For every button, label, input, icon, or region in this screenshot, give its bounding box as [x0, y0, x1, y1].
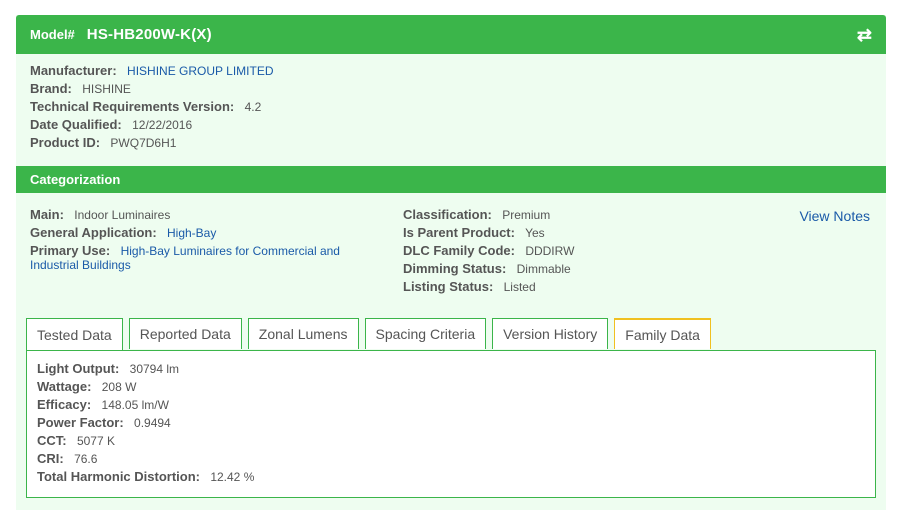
manufacturer-link[interactable]: HISHINE GROUP LIMITED — [127, 64, 273, 78]
listing-row: Listing Status: Listed — [403, 278, 574, 296]
primary-use-label: Primary Use: — [30, 243, 111, 258]
swap-arrows-icon[interactable]: ⇄ — [857, 26, 872, 44]
dlc-family-value: DDDIRW — [525, 244, 575, 258]
dlc-family-label: DLC Family Code: — [403, 243, 515, 258]
tech-req-row: Technical Requirements Version: 4.2 — [30, 98, 872, 116]
light-output-value: 30794 lm — [129, 362, 180, 376]
dimming-row: Dimming Status: Dimmable — [403, 260, 574, 278]
cri-row: CRI: 76.6 — [37, 450, 865, 468]
product-id-label: Product ID: — [30, 135, 101, 150]
general-application-link[interactable]: High-Bay — [167, 226, 216, 240]
model-label: Model# — [30, 27, 75, 42]
classification-value: Premium — [502, 208, 551, 222]
classification-row: Classification: Premium — [403, 206, 574, 224]
listing-value: Listed — [503, 280, 536, 294]
power-factor-value: 0.9494 — [134, 416, 171, 430]
dimming-value: Dimmable — [516, 262, 571, 276]
product-id-value: PWQ7D6H1 — [110, 136, 177, 150]
efficacy-label: Efficacy: — [37, 397, 92, 412]
thd-label: Total Harmonic Distortion: — [37, 469, 200, 484]
brand-label: Brand: — [30, 81, 72, 96]
tech-req-label: Technical Requirements Version: — [30, 99, 235, 114]
manufacturer-row: Manufacturer: HISHINE GROUP LIMITED — [30, 62, 872, 80]
tab-family-data[interactable]: Family Data — [614, 318, 711, 349]
date-qualified-value: 12/22/2016 — [132, 118, 193, 132]
main-row: Main: Indoor Luminaires — [30, 206, 360, 224]
tab-spacing-criteria[interactable]: Spacing Criteria — [364, 318, 487, 349]
power-factor-row: Power Factor: 0.9494 — [37, 414, 865, 432]
model-number: HS-HB200W-K(X) — [86, 26, 212, 43]
thd-value: 12.42 % — [210, 470, 255, 484]
dimming-label: Dimming Status: — [403, 261, 507, 276]
date-qualified-row: Date Qualified: 12/22/2016 — [30, 116, 872, 134]
is-parent-value: Yes — [525, 226, 545, 240]
tech-req-value: 4.2 — [244, 100, 262, 114]
view-notes-link[interactable]: View Notes — [799, 208, 870, 224]
brand-row: Brand: HISHINE — [30, 80, 872, 98]
tab-version-history[interactable]: Version History — [492, 318, 609, 349]
date-qualified-label: Date Qualified: — [30, 117, 122, 132]
listing-label: Listing Status: — [403, 279, 494, 294]
wattage-value: 208 W — [101, 380, 137, 394]
dlc-family-row: DLC Family Code: DDDIRW — [403, 242, 574, 260]
product-header: Model# HS-HB200W-K(X) ⇄ — [16, 15, 886, 54]
cri-value: 76.6 — [74, 452, 98, 466]
cct-value: 5077 K — [76, 434, 115, 448]
categorization-body: Main: Indoor Luminaires General Applicat… — [16, 193, 886, 323]
tested-data-panel: Light Output: 30794 lm Wattage: 208 W Ef… — [26, 350, 876, 498]
manufacturer-label: Manufacturer: — [30, 63, 117, 78]
power-factor-label: Power Factor: — [37, 415, 124, 430]
classification-label: Classification: — [403, 207, 492, 222]
efficacy-row: Efficacy: 148.05 lm/W — [37, 396, 865, 414]
product-info: Manufacturer: HISHINE GROUP LIMITED Bran… — [16, 54, 886, 166]
thd-row: Total Harmonic Distortion: 12.42 % — [37, 468, 865, 486]
categorization-right: Classification: Premium Is Parent Produc… — [403, 206, 574, 296]
wattage-row: Wattage: 208 W — [37, 378, 865, 396]
cct-label: CCT: — [37, 433, 67, 448]
data-tabs: Tested Data Reported Data Zonal Lumens S… — [26, 318, 717, 350]
light-output-row: Light Output: 30794 lm — [37, 360, 865, 378]
tab-zonal-lumens[interactable]: Zonal Lumens — [247, 318, 359, 349]
product-card: Model# HS-HB200W-K(X) ⇄ Manufacturer: HI… — [16, 15, 886, 510]
is-parent-row: Is Parent Product: Yes — [403, 224, 574, 242]
brand-value: HISHINE — [82, 82, 131, 96]
categorization-header: Categorization — [16, 166, 886, 193]
main-value: Indoor Luminaires — [74, 208, 171, 222]
wattage-label: Wattage: — [37, 379, 92, 394]
general-application-label: General Application: — [30, 225, 157, 240]
cri-label: CRI: — [37, 451, 64, 466]
cct-row: CCT: 5077 K — [37, 432, 865, 450]
is-parent-label: Is Parent Product: — [403, 225, 515, 240]
primary-use-row: Primary Use: High-Bay Luminaires for Com… — [30, 243, 360, 273]
categorization-left: Main: Indoor Luminaires General Applicat… — [30, 206, 360, 272]
product-id-row: Product ID: PWQ7D6H1 — [30, 134, 872, 152]
tab-reported-data[interactable]: Reported Data — [128, 318, 242, 349]
tab-tested-data[interactable]: Tested Data — [26, 318, 123, 350]
efficacy-value: 148.05 lm/W — [101, 398, 169, 412]
main-label: Main: — [30, 207, 64, 222]
light-output-label: Light Output: — [37, 361, 120, 376]
general-application-row: General Application: High-Bay — [30, 224, 360, 242]
